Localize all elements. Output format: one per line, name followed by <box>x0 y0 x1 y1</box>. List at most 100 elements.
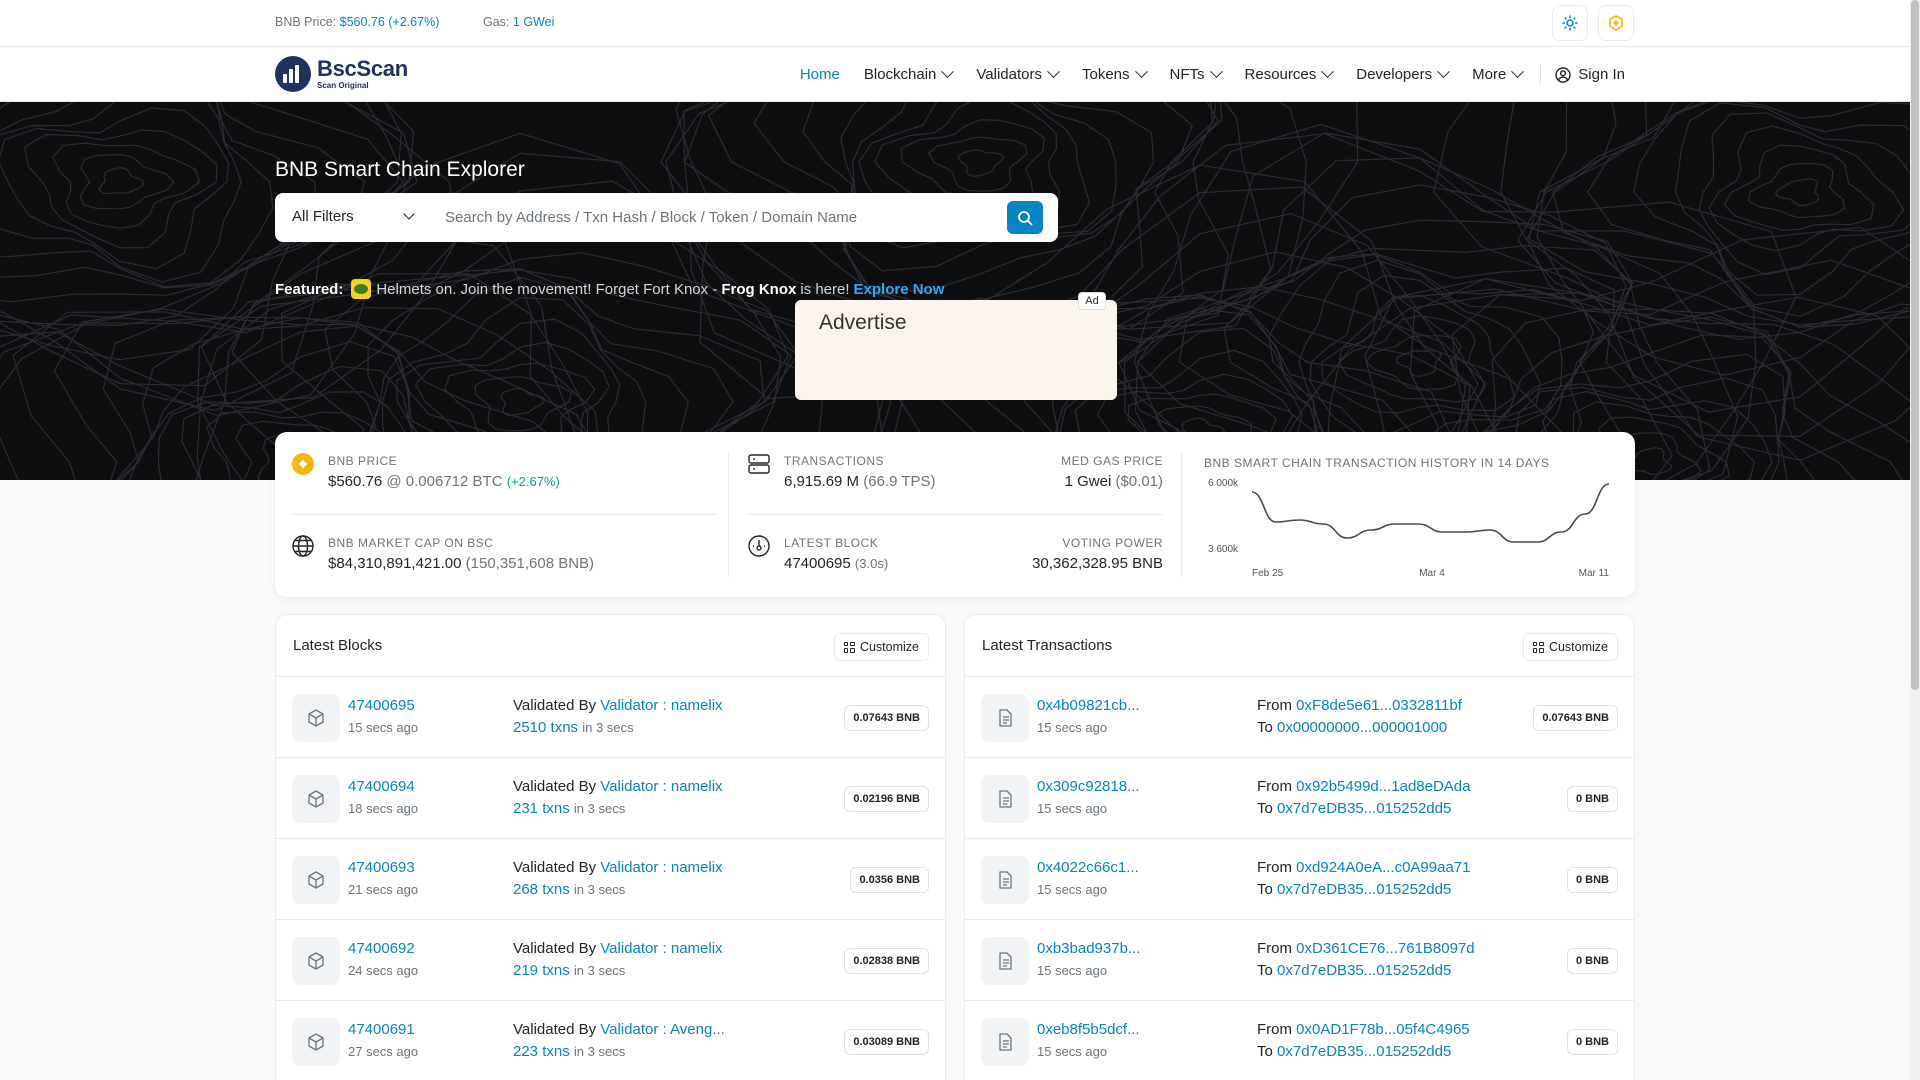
logo-name: BscScan <box>317 56 408 81</box>
search-bar: All Filters <box>275 193 1058 242</box>
logo-tagline: Scan Original <box>317 81 369 90</box>
bnb-btc-value: @ 0.006712 BTC <box>386 473 503 490</box>
tx-icon-box <box>981 694 1029 742</box>
to-label: To <box>1257 881 1273 898</box>
bnb-price-ticker: BNB Price: $560.76 (+2.67%) <box>275 15 439 29</box>
tx-hash-link[interactable]: 0x309c92818... <box>1037 778 1140 795</box>
cube-icon <box>308 709 324 727</box>
to-address-link[interactable]: 0x7d7eDB35...015252dd5 <box>1277 962 1451 979</box>
tx-amount-badge: 0 BNB <box>1566 948 1618 974</box>
page-title: BNB Smart Chain Explorer <box>275 158 525 181</box>
bnb-price-change: (+2.67%) <box>506 474 560 489</box>
tx-hash-link[interactable]: 0x4b09821cb... <box>1037 697 1140 714</box>
validated-by-label: Validated By <box>513 697 597 714</box>
chevron-down-icon <box>941 65 955 79</box>
search-input[interactable] <box>445 203 1005 232</box>
validator-link[interactable]: Validator : namelix <box>600 778 722 795</box>
customize-button[interactable]: Customize <box>1522 633 1618 661</box>
scrollbar-thumb[interactable] <box>1911 0 1919 690</box>
latest-block-value[interactable]: 47400695 <box>784 555 851 572</box>
from-address-link[interactable]: 0x0AD1F78b...05f4C4965 <box>1296 1021 1469 1038</box>
to-address-link[interactable]: 0x00000000...000001000 <box>1277 719 1447 736</box>
top-bar: BNB Price: $560.76 (+2.67%) Gas: 1 GWei <box>0 0 1910 47</box>
sign-in-link[interactable]: Sign In <box>1555 66 1625 83</box>
transaction-row: 0x4b09821cb... 15 secs ago From 0xF8de5e61… <box>965 677 1634 758</box>
page-scrollbar[interactable] <box>1910 0 1920 1080</box>
chevron-down-icon <box>1047 65 1060 79</box>
from-address-link[interactable]: 0x92b5499d...1ad8eDAda <box>1296 778 1470 795</box>
block-number-link[interactable]: 47400692 <box>348 940 415 957</box>
document-icon <box>999 709 1012 727</box>
nav-more[interactable]: More <box>1472 65 1525 83</box>
tx-hash-link[interactable]: 0xeb8f5b5dcf... <box>1037 1021 1140 1038</box>
chart-x-tick-label: Feb 25 <box>1252 568 1284 579</box>
block-icon-box <box>292 937 340 985</box>
featured-label: Featured: <box>275 280 344 298</box>
gas-link[interactable]: 1 GWei <box>513 15 554 29</box>
to-address-link[interactable]: 0x7d7eDB35...015252dd5 <box>1277 800 1451 817</box>
to-address-link[interactable]: 0x7d7eDB35...015252dd5 <box>1277 1043 1451 1060</box>
theme-toggle-button[interactable] <box>1552 5 1588 41</box>
from-address-link[interactable]: 0xd924A0eA...c0A99aa71 <box>1296 859 1470 876</box>
grid-icon <box>1532 641 1544 653</box>
network-switch-button[interactable] <box>1598 5 1634 41</box>
nav-developers[interactable]: Developers <box>1356 65 1450 83</box>
txns-link[interactable]: 219 txns <box>513 962 570 979</box>
panel-header: Latest Blocks Customize <box>276 615 945 677</box>
block-row: 47400695 15 secs ago Validated By Validato… <box>276 677 945 758</box>
document-icon <box>999 1033 1012 1051</box>
search-button[interactable] <box>1007 201 1043 234</box>
txns-link[interactable]: 2510 txns <box>513 719 578 736</box>
from-address-link[interactable]: 0xF8de5e61...0332811bf <box>1296 697 1462 714</box>
nav-validators[interactable]: Validators <box>976 65 1060 83</box>
transactions-value[interactable]: 6,915.69 M <box>784 473 859 490</box>
transaction-history-chart[interactable]: 6 000k 3 600k Feb 25 Mar 4 Mar 11 <box>1204 472 1624 582</box>
to-label: To <box>1257 719 1273 736</box>
divider <box>1181 452 1182 577</box>
validator-link[interactable]: Validator : namelix <box>600 940 722 957</box>
filter-select[interactable]: All Filters <box>292 208 354 225</box>
tx-hash-link[interactable]: 0x4022c66c1... <box>1037 859 1139 876</box>
nav-tokens[interactable]: Tokens <box>1082 65 1148 83</box>
from-label: From <box>1257 859 1292 876</box>
block-number-link[interactable]: 47400694 <box>348 778 415 795</box>
nav-home[interactable]: Home <box>800 66 840 83</box>
nav-blockchain[interactable]: Blockchain <box>864 65 955 83</box>
customize-button[interactable]: Customize <box>833 633 929 661</box>
txns-link[interactable]: 223 txns <box>513 1043 570 1060</box>
nav-resources[interactable]: Resources <box>1245 65 1335 83</box>
bnb-price-value[interactable]: $560.76 <box>328 473 382 490</box>
med-gas-value[interactable]: 1 Gwei <box>1065 473 1112 490</box>
tx-age: 15 secs ago <box>1037 801 1108 816</box>
from-address-link[interactable]: 0xD361CE76...761B8097d <box>1296 940 1474 957</box>
transactions-stat: TRANSACTIONS 6,915.69 M (66.9 TPS) <box>784 454 936 490</box>
bscscan-logo[interactable]: BscScan Scan Original <box>275 56 408 92</box>
customize-label: Customize <box>1548 640 1608 654</box>
nav-nfts[interactable]: NFTs <box>1170 65 1223 83</box>
bscscan-logo-icon <box>275 56 311 92</box>
block-number-link[interactable]: 47400691 <box>348 1021 415 1038</box>
divider <box>291 514 716 515</box>
tx-amount-badge: 0 BNB <box>1566 1029 1618 1055</box>
to-address-link[interactable]: 0x7d7eDB35...015252dd5 <box>1277 881 1451 898</box>
document-icon <box>999 871 1012 889</box>
bnb-price-link[interactable]: $560.76 (+2.67%) <box>340 15 440 29</box>
advertise-banner[interactable]: Advertise <box>795 300 1117 400</box>
block-number-link[interactable]: 47400693 <box>348 859 415 876</box>
validator-link[interactable]: Validator : namelix <box>600 697 722 714</box>
txns-link[interactable]: 268 txns <box>513 881 570 898</box>
tx-hash-link[interactable]: 0xb3bad937b... <box>1037 940 1140 957</box>
stat-label: LATEST BLOCK <box>784 536 879 550</box>
to-label: To <box>1257 1043 1273 1060</box>
txns-link[interactable]: 231 txns <box>513 800 570 817</box>
validator-link[interactable]: Validator : namelix <box>600 859 722 876</box>
chart-title: BNB SMART CHAIN TRANSACTION HISTORY IN 1… <box>1204 456 1550 470</box>
stat-label: BNB PRICE <box>328 454 398 468</box>
tx-amount-badge: 0 BNB <box>1566 786 1618 812</box>
latest-block-stat: LATEST BLOCK 47400695 (3.0s) <box>784 536 888 572</box>
block-number-link[interactable]: 47400695 <box>348 697 415 714</box>
block-reward-badge: 0.0356 BNB <box>850 867 929 893</box>
explore-now-link[interactable]: Explore Now <box>854 281 945 298</box>
cube-icon <box>308 1033 324 1051</box>
validator-link[interactable]: Validator : Aveng... <box>600 1021 725 1038</box>
